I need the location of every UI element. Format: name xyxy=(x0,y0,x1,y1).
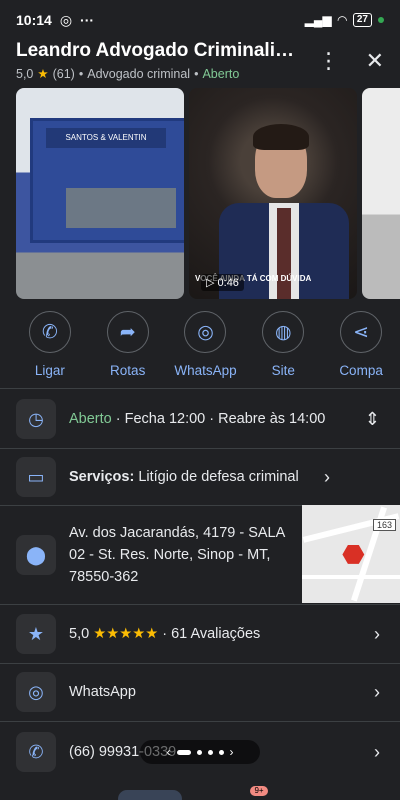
rating-stars: ★★★★★ xyxy=(93,626,159,642)
map-thumbnail[interactable]: 163 ⬣ xyxy=(302,505,400,603)
chevron-right-icon[interactable]: › xyxy=(374,682,380,703)
reviews-row[interactable]: ★ 5,0 ★★★★★ · 61 Avaliações › xyxy=(0,613,400,655)
clock-icon: ◷ xyxy=(16,399,56,439)
notification-badge: 9+ xyxy=(250,786,268,796)
reviews-text: 5,0 ★★★★★ · 61 Avaliações xyxy=(69,626,261,642)
status-time: 10:14 xyxy=(16,12,52,28)
building-sign: SANTOS & VALENTIN xyxy=(46,128,166,148)
open-status: Aberto xyxy=(202,66,240,81)
review-count: (61) xyxy=(52,66,75,81)
address-text: Av. dos Jacarandás, 4179 - SALA 02 - St.… xyxy=(69,525,285,585)
battery-indicator: 27 xyxy=(352,13,372,27)
globe-icon[interactable]: ◍ xyxy=(262,311,305,353)
subtitle-separator: • xyxy=(78,66,84,81)
building-window xyxy=(66,188,176,228)
bottom-navigation: 9+ xyxy=(0,786,400,800)
location-pin-icon: ⬤ xyxy=(16,535,56,575)
phone-icon: ✆ xyxy=(16,732,56,772)
signal-icon: ▂▄▆ xyxy=(304,13,332,27)
status-bar: 10:14 ◎ ··· ▂▄▆ ◠ 27 xyxy=(0,0,400,40)
hours-text: Aberto · Fecha 12:00 · Reabre às 14:00 xyxy=(69,411,326,427)
video-thumbnail[interactable]: VOCÊ AINDA TÁ COM DÚVIDA ▷ 0:46 xyxy=(189,88,357,299)
star-icon: ★ xyxy=(16,614,56,654)
photo-carousel[interactable]: SANTOS & VALENTIN VOCÊ AINDA TÁ COM DÚVI… xyxy=(0,88,400,299)
divider xyxy=(0,388,400,389)
chevron-right-icon[interactable]: › xyxy=(230,745,234,759)
video-duration: ▷ 0:46 xyxy=(201,274,244,291)
divider xyxy=(0,721,400,722)
phone-icon[interactable]: ✆ xyxy=(28,311,71,353)
expand-icon[interactable]: ⇕ xyxy=(365,409,380,430)
map-pin-icon: ⬣ xyxy=(342,539,365,569)
chevron-right-icon[interactable]: › xyxy=(324,467,330,488)
chevron-right-icon[interactable]: › xyxy=(374,742,380,763)
briefcase-icon: ▭ xyxy=(16,457,56,497)
interior-photo[interactable] xyxy=(362,88,400,299)
share-button[interactable]: ⋖ Compa xyxy=(322,311,400,381)
chevron-right-icon[interactable]: › xyxy=(374,624,380,645)
divider xyxy=(0,448,400,449)
wifi-icon: ◠ xyxy=(337,13,347,27)
office-photo[interactable]: SANTOS & VALENTIN xyxy=(16,88,184,299)
place-title: Leandro Advogado Criminalis... xyxy=(16,40,301,61)
whatsapp-icon[interactable]: ◎ xyxy=(184,311,227,353)
place-header: Leandro Advogado Criminalis... 5,0 ★ (61… xyxy=(0,40,400,88)
highway-badge: 163 xyxy=(372,519,396,531)
whatsapp-row[interactable]: ◎ WhatsApp › xyxy=(0,671,400,713)
star-icon: ★ xyxy=(37,67,49,81)
whatsapp-icon: ◎ xyxy=(16,672,56,712)
privacy-dot-icon xyxy=(378,17,384,23)
whatsapp-notification-icon: ◎ xyxy=(59,11,73,28)
more-options-icon[interactable]: ⋮ xyxy=(318,48,340,74)
place-category: Advogado criminal xyxy=(87,66,191,81)
subtitle-separator: • xyxy=(194,66,199,81)
more-notifications-icon: ··· xyxy=(80,12,95,28)
divider xyxy=(0,663,400,664)
carousel-indicator[interactable]: ‹ › xyxy=(140,740,260,764)
call-button[interactable]: ✆ Ligar xyxy=(11,311,89,381)
chevron-left-icon[interactable]: ‹ xyxy=(167,745,171,759)
services-text: Serviços: Litígio de defesa criminal xyxy=(69,469,299,485)
whatsapp-label: WhatsApp xyxy=(69,684,136,700)
rating-value: 5,0 xyxy=(16,66,34,81)
nav-active-tab[interactable] xyxy=(118,790,182,800)
action-buttons: ✆ Ligar ➦ Rotas ◎ WhatsApp ◍ Site ⋖ Comp… xyxy=(0,311,400,381)
whatsapp-button[interactable]: ◎ WhatsApp xyxy=(167,311,245,381)
hours-row[interactable]: ◷ Aberto · Fecha 12:00 · Reabre às 14:00… xyxy=(0,398,400,440)
divider xyxy=(0,604,400,605)
close-icon[interactable]: ✕ xyxy=(366,48,384,74)
directions-icon[interactable]: ➦ xyxy=(106,311,149,353)
directions-button[interactable]: ➦ Rotas xyxy=(89,311,167,381)
services-row[interactable]: ▭ Serviços: Litígio de defesa criminal › xyxy=(0,456,400,498)
website-button[interactable]: ◍ Site xyxy=(244,311,322,381)
share-icon[interactable]: ⋖ xyxy=(340,311,383,353)
